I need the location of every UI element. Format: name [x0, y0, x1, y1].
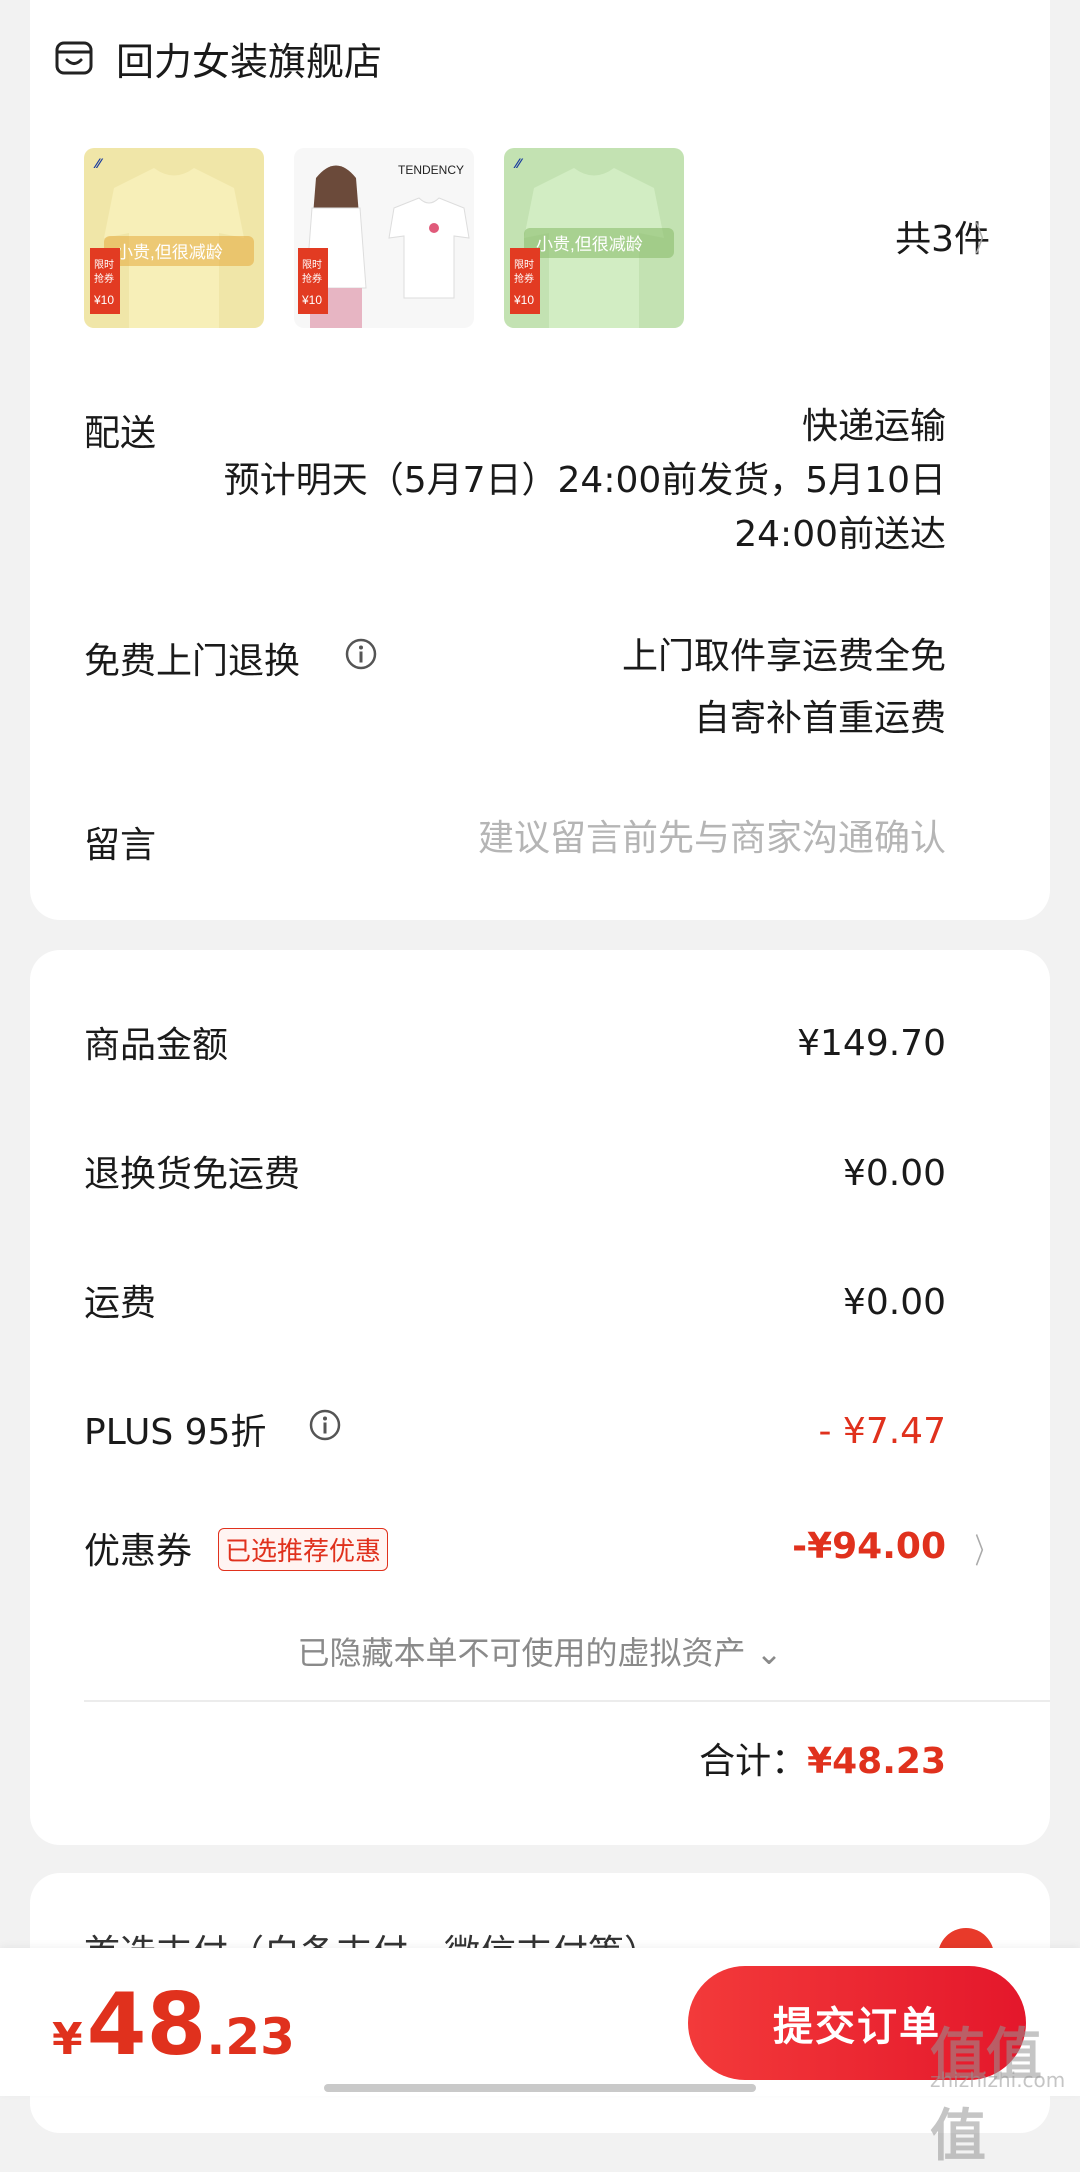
delivery-info[interactable]: 快递运输 预计明天（5月7日）24:00前发货，5月10日 24:00前送达: [224, 400, 946, 562]
svg-text:抢券: 抢券: [514, 272, 534, 285]
chevron-right-icon[interactable]: 〉: [975, 1524, 995, 1573]
order-total: 合计：¥48.23: [699, 1732, 946, 1784]
total-label: 合计：: [699, 1741, 808, 1782]
shop-icon: [55, 41, 93, 75]
delivery-label: 配送: [84, 413, 157, 454]
delivery-method: 快递运输: [801, 406, 946, 447]
return-free-label: 退换货免运费: [84, 1154, 301, 1195]
divider: [84, 1700, 1050, 1702]
chevron-right-icon: 〉: [974, 220, 996, 260]
svg-text:小贵,但很减龄: 小贵,但很减龄: [116, 243, 223, 262]
return-free-value: ¥0.00: [842, 1153, 946, 1194]
free-return-line1: 上门取件享运费全免: [621, 636, 946, 677]
info-icon[interactable]: [344, 637, 378, 671]
delivery-estimate-line1: 预计明天（5月7日）24:00前发货，5月10日: [223, 460, 946, 501]
product-thumbnail[interactable]: 小贵,但很减龄 限时 抢券 ¥10 ⁄⁄: [504, 148, 684, 328]
plus-discount-value: - ¥7.47: [818, 1411, 947, 1452]
home-indicator[interactable]: [324, 2084, 756, 2092]
svg-text:小贵,但很减龄: 小贵,但很减龄: [536, 235, 643, 254]
free-return-line2: 自寄补首重运费: [693, 698, 946, 739]
coupon-recommended-tag: 已选推荐优惠: [218, 1528, 389, 1571]
svg-text:抢券: 抢券: [302, 272, 322, 285]
svg-text:抢券: 抢券: [94, 272, 114, 285]
price-symbol: ¥: [52, 2014, 83, 2065]
svg-text:¥10: ¥10: [301, 293, 322, 307]
svg-text:¥10: ¥10: [513, 293, 534, 307]
hidden-assets-toggle[interactable]: 已隐藏本单不可使用的虚拟资产 ⌄: [0, 1628, 1080, 1674]
shop-header[interactable]: 回力女装旗舰店: [54, 30, 382, 86]
message-label: 留言: [84, 825, 157, 866]
svg-text:¥10: ¥10: [93, 293, 114, 307]
plus-discount-label: PLUS 95折: [84, 1412, 267, 1453]
svg-text:限时: 限时: [302, 259, 322, 271]
total-value: ¥48.23: [807, 1741, 946, 1782]
message-input[interactable]: 建议留言前先与商家沟通确认: [478, 812, 946, 866]
watermark-url: zhizhizhi.com: [930, 2068, 1066, 2092]
price-integer: 48: [86, 1975, 207, 2075]
price-summary-card: [30, 950, 1050, 1845]
shop-name: 回力女装旗舰店: [116, 39, 383, 84]
price-decimal: .23: [206, 2008, 295, 2066]
coupon-discount-value[interactable]: -¥94.00: [792, 1520, 946, 1574]
checkout-price: ¥ 48 .23: [52, 1975, 295, 2075]
shipping-label: 运费: [84, 1283, 157, 1324]
svg-text:TENDENCY: TENDENCY: [398, 163, 464, 177]
delivery-estimate-line2: 24:00前送达: [734, 514, 946, 555]
free-return-label: 免费上门退换: [84, 641, 301, 682]
free-return-info: 上门取件享运费全免 自寄补首重运费: [622, 626, 946, 750]
svg-text:限时: 限时: [94, 259, 114, 271]
goods-amount-label: 商品金额: [84, 1025, 229, 1066]
goods-amount-value: ¥149.70: [797, 1023, 946, 1064]
info-icon[interactable]: [308, 1408, 342, 1442]
svg-text:限时: 限时: [514, 259, 534, 271]
coupon-label: 优惠券: [84, 1531, 193, 1572]
product-thumbnail[interactable]: 小贵,但很减龄 限时 抢券 ¥10 ⁄⁄: [84, 148, 264, 328]
shipping-value: ¥0.00: [842, 1282, 946, 1323]
product-thumbnail[interactable]: TENDENCY 限时 抢券 ¥10: [294, 148, 474, 328]
